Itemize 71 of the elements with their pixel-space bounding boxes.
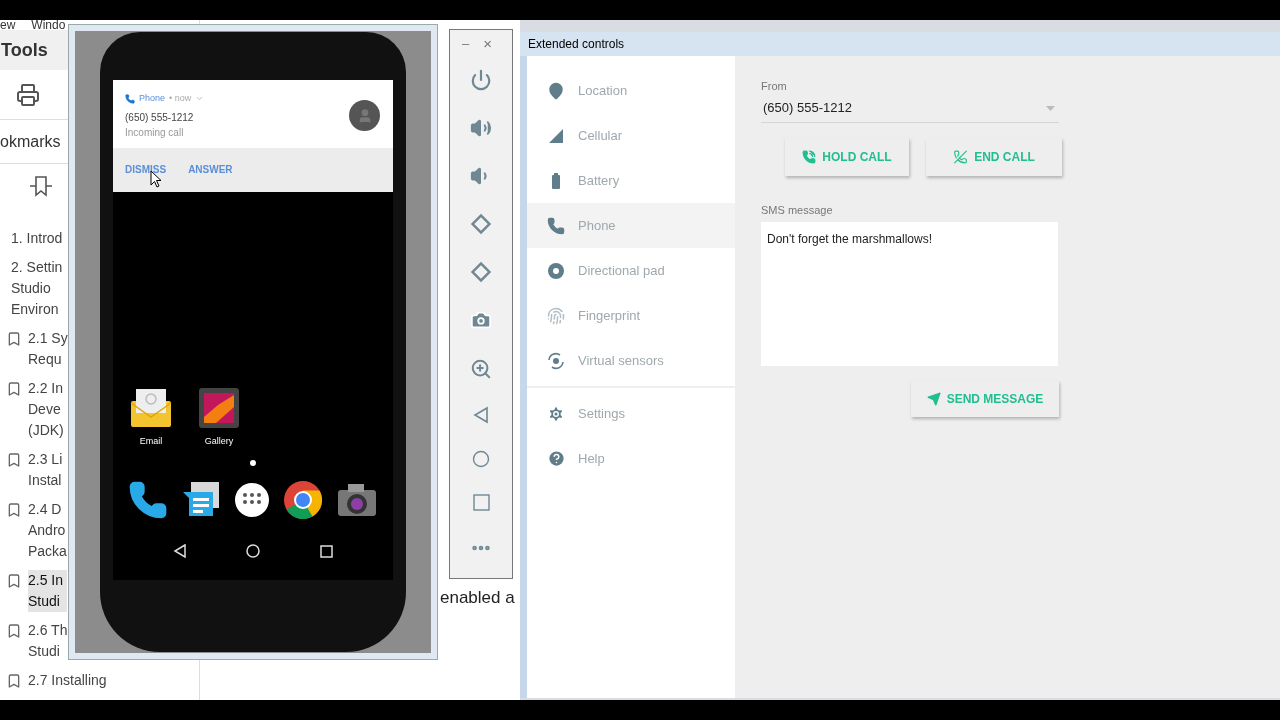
help-icon xyxy=(546,449,566,468)
bookmark-item[interactable]: 2.4 D Andro Packa xyxy=(28,499,71,562)
notification-card[interactable]: Phone • now (650) 555-1212 Incoming call DISMISS ANSWER xyxy=(113,80,393,192)
bookmarks-title: okmarks xyxy=(0,131,61,152)
bookmark-item[interactable]: 1. Introd xyxy=(11,228,67,249)
menu-item[interactable]: Windo xyxy=(31,20,66,30)
nav-item[interactable]: Virtual sensors xyxy=(527,338,735,383)
notification-action[interactable]: ANSWER xyxy=(188,162,233,177)
app-label: Email xyxy=(139,434,163,448)
from-label: From xyxy=(761,79,788,94)
fingerprint-icon xyxy=(547,306,565,325)
power-icon[interactable] xyxy=(470,69,492,92)
notification-time: • now xyxy=(169,92,192,105)
caller-number: (650) 555-1212 xyxy=(125,110,195,125)
nav-item[interactable]: Location xyxy=(527,68,735,113)
hang-up-icon xyxy=(953,149,969,164)
bookmark-icon xyxy=(6,330,22,348)
nav-item[interactable]: Battery xyxy=(527,158,735,203)
bookmark-icon xyxy=(6,380,22,398)
sms-message-field[interactable]: Don't forget the marshmallows! xyxy=(761,222,1058,366)
back-icon[interactable] xyxy=(172,544,187,558)
close-button[interactable]: × xyxy=(483,35,492,51)
notification-app: Phone xyxy=(139,92,166,105)
dpad-icon xyxy=(547,261,565,280)
location-pin-icon xyxy=(547,81,565,100)
browser-app-icon[interactable] xyxy=(283,480,324,520)
email-app-icon[interactable] xyxy=(129,386,173,429)
window-title: Extended controls xyxy=(528,36,625,53)
app-drawer-icon[interactable] xyxy=(233,482,270,518)
minimize-button[interactable]: – xyxy=(462,36,470,50)
document-text: enabled a xyxy=(440,586,516,609)
settings-icon xyxy=(547,404,565,423)
bookmark-icon xyxy=(6,672,22,690)
nav-item[interactable]: Directional pad xyxy=(527,248,735,293)
notification-action[interactable]: DISMISS xyxy=(125,162,167,177)
dropdown-caret-icon xyxy=(1046,105,1055,111)
send-icon xyxy=(926,392,941,406)
tools-title: Tools xyxy=(1,38,48,62)
nav-item[interactable]: Cellular xyxy=(527,113,735,158)
app-label: Gallery xyxy=(204,434,234,448)
page-indicator xyxy=(250,460,256,466)
bookmark-item[interactable]: 2.2 In Deve (JDK) xyxy=(28,378,68,441)
bookmark-item[interactable]: 2.1 Sy Requ xyxy=(28,328,72,370)
phone-icon xyxy=(547,216,565,235)
phone-icon xyxy=(125,93,135,104)
rotate-left-icon[interactable] xyxy=(470,213,492,236)
sensor-icon xyxy=(547,351,565,370)
from-dropdown[interactable]: (650) 555-1212 xyxy=(761,94,1059,123)
print-icon[interactable] xyxy=(16,82,40,107)
bookmark-item[interactable]: 2.5 In Studi xyxy=(28,570,68,612)
bookmark-icon xyxy=(6,572,22,590)
bookmark-expand-icon[interactable] xyxy=(28,174,54,198)
menu-item[interactable]: ew xyxy=(0,20,16,30)
phone-icon xyxy=(802,149,817,164)
bookmark-icon xyxy=(6,622,22,640)
nav-item[interactable]: Help xyxy=(527,436,735,481)
phone-app-icon[interactable] xyxy=(127,480,168,520)
nav-item[interactable]: Phone xyxy=(527,203,735,248)
nav-item[interactable]: Fingerprint xyxy=(527,293,735,338)
bookmark-item[interactable]: 2. Settin Studio Environ xyxy=(11,257,67,320)
rotate-right-icon[interactable] xyxy=(470,261,492,284)
bookmark-item[interactable]: 2.6 Th Studi xyxy=(28,620,72,662)
zoom-icon[interactable] xyxy=(470,357,492,380)
bookmark-icon xyxy=(6,501,22,519)
bookmark-item[interactable]: 2.3 Li Instal xyxy=(28,449,67,491)
call-status: Incoming call xyxy=(125,125,185,140)
bookmark-item[interactable]: 2.7 Installing xyxy=(28,670,111,691)
sms-label: SMS message xyxy=(761,202,834,218)
nav-item[interactable]: Settings xyxy=(527,391,735,436)
bookmark-icon xyxy=(6,451,22,469)
gallery-app-icon[interactable] xyxy=(198,386,240,429)
